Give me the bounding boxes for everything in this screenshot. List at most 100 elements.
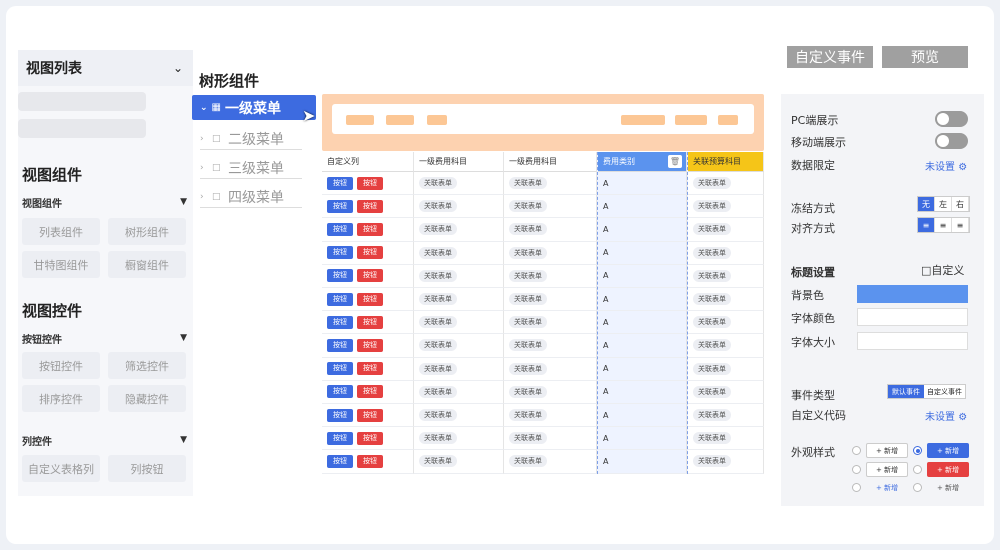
related-form-tag[interactable]: 关联表单 [419, 200, 457, 213]
row-primary-button[interactable]: 按钮 [327, 454, 353, 468]
style-radio[interactable] [913, 465, 922, 474]
row-danger-button[interactable]: 按钮 [357, 431, 383, 445]
related-form-tag[interactable]: 关联表单 [509, 409, 547, 422]
mobile-display-toggle[interactable] [935, 133, 968, 149]
add-button-style-danger[interactable]: + 新增 [927, 462, 969, 477]
filter-placeholder[interactable] [621, 115, 665, 125]
related-form-tag[interactable]: 关联表单 [509, 246, 547, 259]
related-form-tag[interactable]: 关联表单 [693, 200, 731, 213]
column-header[interactable]: 一级费用科目 [414, 152, 504, 172]
table-cell[interactable]: A [598, 311, 687, 335]
column-controls-group[interactable]: 列控件 ▼ [18, 430, 193, 450]
row-danger-button[interactable]: 按钮 [357, 176, 383, 190]
data-limit-link[interactable]: 未设置 ⚙ [925, 158, 967, 173]
related-form-tag[interactable]: 关联表单 [509, 432, 547, 445]
bg-color-picker[interactable] [857, 285, 968, 303]
pc-display-toggle[interactable] [935, 111, 968, 127]
custom-checkbox[interactable]: □自定义 [921, 262, 964, 278]
add-button-style-outline[interactable]: + 新增 [866, 462, 908, 477]
row-danger-button[interactable]: 按钮 [357, 385, 383, 399]
style-radio[interactable] [852, 465, 861, 474]
table-column-selected[interactable]: 费用类别 🗑 A A A A A A A A A A A A A [597, 152, 688, 474]
filter-placeholder[interactable] [718, 115, 738, 125]
related-form-tag[interactable]: 关联表单 [509, 455, 547, 468]
related-form-tag[interactable]: 关联表单 [693, 432, 731, 445]
control-tile[interactable]: 自定义表格列 [22, 455, 100, 482]
row-primary-button[interactable]: 按钮 [327, 408, 353, 422]
related-form-tag[interactable]: 关联表单 [693, 246, 731, 259]
related-form-tag[interactable]: 关联表单 [419, 362, 457, 375]
style-radio[interactable] [913, 483, 922, 492]
align-right-icon[interactable]: ≡ [952, 218, 969, 232]
row-danger-button[interactable]: 按钮 [357, 338, 383, 352]
column-header[interactable]: 费用类别 🗑 [598, 152, 687, 172]
row-primary-button[interactable]: 按钮 [327, 199, 353, 213]
component-tile[interactable]: 甘特图组件 [22, 251, 100, 278]
component-tile[interactable]: 列表组件 [22, 218, 100, 245]
row-primary-button[interactable]: 按钮 [327, 338, 353, 352]
related-form-tag[interactable]: 关联表单 [509, 339, 547, 352]
table-cell[interactable]: A [598, 404, 687, 428]
row-primary-button[interactable]: 按钮 [327, 385, 353, 399]
related-form-tag[interactable]: 关联表单 [693, 223, 731, 236]
component-tile[interactable]: 橱窗组件 [108, 251, 186, 278]
delete-icon[interactable]: 🗑 [668, 155, 682, 168]
table-cell[interactable]: A [598, 241, 687, 265]
freeze-right-option[interactable]: 右 [952, 197, 969, 211]
row-primary-button[interactable]: 按钮 [327, 176, 353, 190]
table-cell[interactable]: A [598, 288, 687, 312]
row-primary-button[interactable]: 按钮 [327, 222, 353, 236]
freeze-left-option[interactable]: 左 [935, 197, 952, 211]
filter-placeholder[interactable] [675, 115, 707, 125]
row-primary-button[interactable]: 按钮 [327, 315, 353, 329]
chevron-down-icon[interactable]: ⌄ [173, 61, 183, 75]
control-tile[interactable]: 隐藏控件 [108, 385, 186, 412]
related-form-tag[interactable]: 关联表单 [693, 409, 731, 422]
view-components-group[interactable]: 视图组件 ▼ [18, 192, 193, 212]
row-danger-button[interactable]: 按钮 [357, 292, 383, 306]
font-size-input[interactable] [857, 332, 968, 350]
view-list-header[interactable]: 视图列表 ⌄ [18, 50, 193, 86]
row-danger-button[interactable]: 按钮 [357, 222, 383, 236]
related-form-tag[interactable]: 关联表单 [419, 293, 457, 306]
column-header[interactable]: 一级费用科目 [504, 152, 597, 172]
related-form-tag[interactable]: 关联表单 [419, 269, 457, 282]
table-cell[interactable]: A [598, 334, 687, 358]
row-primary-button[interactable]: 按钮 [327, 269, 353, 283]
add-button-style-primary[interactable]: + 新增 [927, 443, 969, 458]
row-danger-button[interactable]: 按钮 [357, 199, 383, 213]
related-form-tag[interactable]: 关联表单 [693, 339, 731, 352]
control-tile[interactable]: 排序控件 [22, 385, 100, 412]
table-cell[interactable]: A [598, 264, 687, 288]
table-cell[interactable]: A [598, 172, 687, 196]
related-form-tag[interactable]: 关联表单 [693, 177, 731, 190]
control-tile[interactable]: 列按钮 [108, 455, 186, 482]
table-cell[interactable]: A [598, 380, 687, 404]
preview-button[interactable]: 预览 [882, 46, 968, 68]
filter-placeholder[interactable] [346, 115, 374, 125]
related-form-tag[interactable]: 关联表单 [693, 385, 731, 398]
related-form-tag[interactable]: 关联表单 [419, 455, 457, 468]
align-center-icon[interactable]: ≡ [935, 218, 952, 232]
style-radio-selected[interactable] [913, 446, 922, 455]
related-form-tag[interactable]: 关联表单 [419, 177, 457, 190]
filter-placeholder[interactable] [386, 115, 414, 125]
row-danger-button[interactable]: 按钮 [357, 454, 383, 468]
row-danger-button[interactable]: 按钮 [357, 246, 383, 260]
font-color-input[interactable] [857, 308, 968, 326]
row-danger-button[interactable]: 按钮 [357, 408, 383, 422]
tree-item-level3[interactable]: › □ 三级菜单 [200, 157, 302, 179]
related-form-tag[interactable]: 关联表单 [509, 316, 547, 329]
freeze-none-option[interactable]: 无 [918, 197, 935, 211]
row-danger-button[interactable]: 按钮 [357, 315, 383, 329]
custom-code-link[interactable]: 未设置 ⚙ [925, 408, 967, 423]
component-tile[interactable]: 树形组件 [108, 218, 186, 245]
add-button-style-text[interactable]: + 新增 [866, 480, 908, 495]
default-event-option[interactable]: 默认事件 [888, 385, 924, 398]
related-form-tag[interactable]: 关联表单 [509, 223, 547, 236]
related-form-tag[interactable]: 关联表单 [509, 200, 547, 213]
related-form-tag[interactable]: 关联表单 [419, 385, 457, 398]
custom-event-button[interactable]: 自定义事件 [787, 46, 873, 68]
row-primary-button[interactable]: 按钮 [327, 431, 353, 445]
related-form-tag[interactable]: 关联表单 [419, 316, 457, 329]
